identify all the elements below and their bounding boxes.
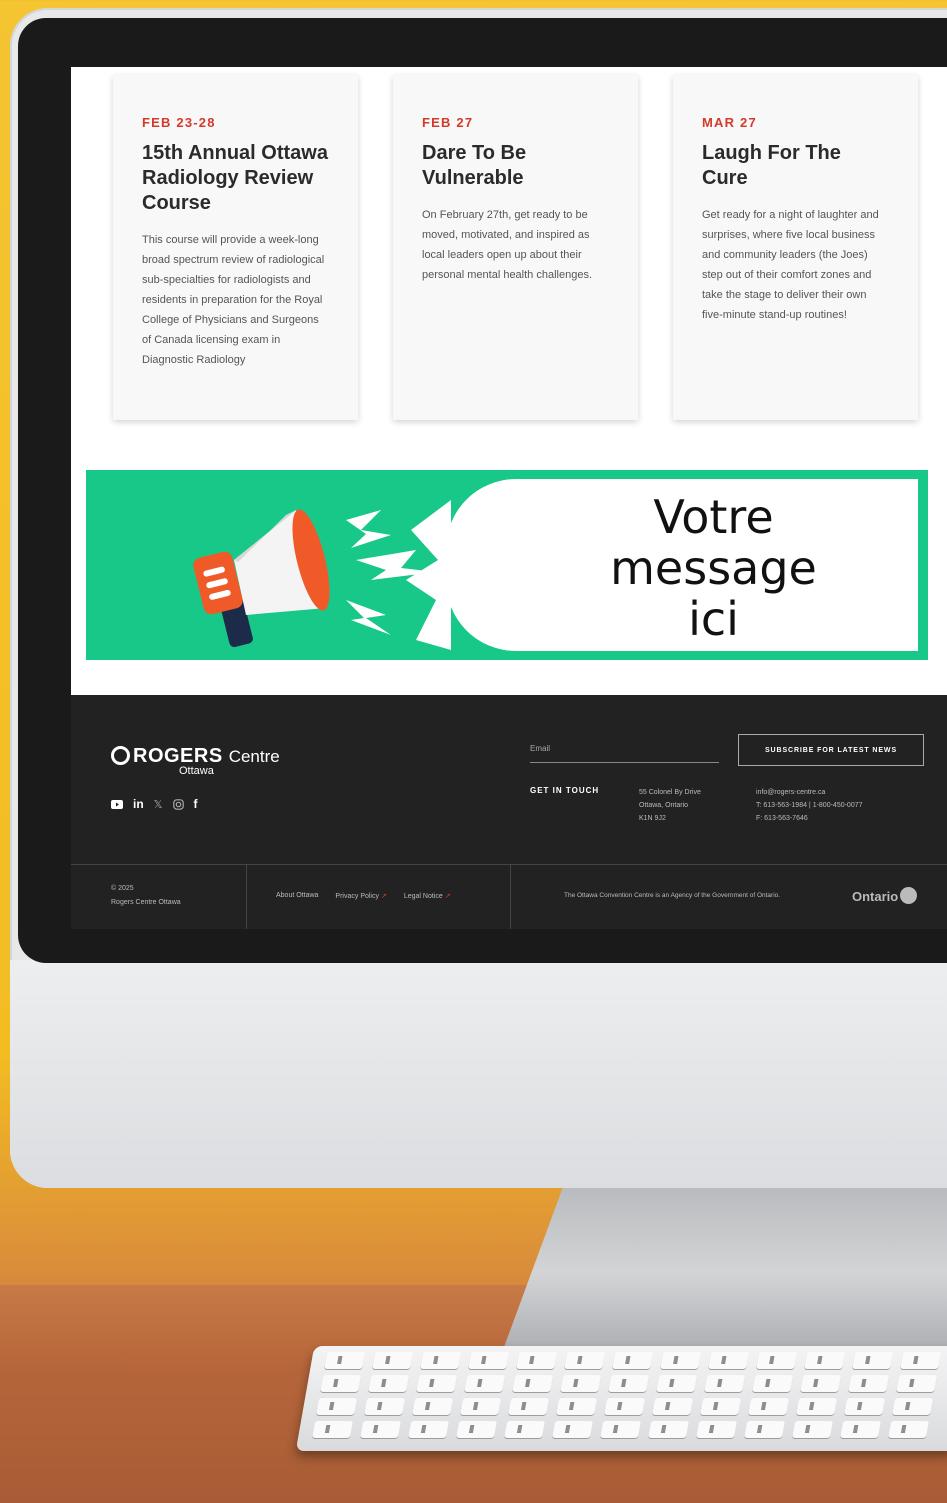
footer-separator <box>246 864 247 929</box>
copyright-name: Rogers Centre Ottawa <box>111 899 181 906</box>
subscribe-button[interactable]: SUBSCRIBE FOR LATEST NEWS <box>738 734 924 766</box>
banner-message: Votre message ici <box>591 492 836 645</box>
event-title[interactable]: 15th Annual Ottawa Radiology Review Cour… <box>142 141 330 216</box>
banner-line: message <box>610 541 817 595</box>
event-description: On February 27th, get ready to be moved,… <box>422 209 593 281</box>
logo-word: ROGERS <box>133 745 223 767</box>
event-title[interactable]: Dare To Be Vulnerable <box>422 141 610 191</box>
social-links: in 𝕏 f <box>111 797 198 811</box>
link-label: Privacy Policy <box>335 893 379 900</box>
event-title[interactable]: Laugh For The Cure <box>702 141 890 191</box>
footer-links: About Ottawa Privacy Policy ↗ Legal Noti… <box>276 892 451 900</box>
footer-separator <box>510 864 511 929</box>
youtube-icon[interactable] <box>111 799 123 809</box>
email-field-label: Email <box>530 744 551 753</box>
banner-line: Votre <box>653 490 774 544</box>
address-line: 55 Colonel By Drive <box>639 789 701 796</box>
copyright-year: © 2025 <box>111 885 134 892</box>
ontario-label: Ontario <box>852 889 899 904</box>
keyboard <box>295 1346 947 1451</box>
link-about-ottawa[interactable]: About Ottawa <box>276 892 318 900</box>
instagram-icon[interactable] <box>172 798 184 810</box>
contact-fax: F: 613-563-7646 <box>756 815 808 822</box>
logo-city: Ottawa <box>179 765 214 777</box>
ontario-trillium-icon <box>900 887 918 904</box>
event-card-radiology[interactable]: FEB 23-28 15th Annual Ottawa Radiology R… <box>113 75 358 420</box>
contact-phone[interactable]: T: 613-563-1984 | 1-800-450-0077 <box>756 799 863 812</box>
link-label: Legal Notice <box>403 893 443 900</box>
link-legal-notice[interactable]: Legal Notice ↗ <box>404 892 451 900</box>
event-description: Get ready for a night of laughter and su… <box>702 209 879 321</box>
contact-email[interactable]: info@rogers-centre.ca <box>756 786 863 799</box>
facebook-icon[interactable]: f <box>194 797 198 811</box>
external-arrow-icon: ↗ <box>444 893 451 900</box>
message-banner[interactable]: Votre message ici <box>86 470 928 660</box>
footer-divider <box>71 864 947 865</box>
address-block: 55 Colonel By Drive Ottawa, Ontario K1N … <box>639 786 701 825</box>
banner-line: ici <box>688 592 739 646</box>
event-card-vulnerable[interactable]: FEB 27 Dare To Be Vulnerable On February… <box>393 75 638 420</box>
get-in-touch-heading: GET IN TOUCH <box>530 786 600 795</box>
event-date: FEB 27 <box>422 115 474 130</box>
rogers-centre-logo[interactable]: ROGERS Centre Ottawa <box>111 745 280 777</box>
external-arrow-icon: ↗ <box>380 893 387 900</box>
event-date: MAR 27 <box>702 115 757 130</box>
link-privacy-policy[interactable]: Privacy Policy ↗ <box>335 892 386 900</box>
email-input[interactable] <box>530 762 719 763</box>
event-date: FEB 23-28 <box>142 115 216 130</box>
logo-ring-icon <box>111 746 130 765</box>
imac-stand <box>500 1188 947 1358</box>
linkedin-icon[interactable]: in <box>133 797 144 811</box>
site-footer: ROGERS Centre Ottawa in 𝕏 f Email SUBSCRI… <box>71 695 947 929</box>
copyright: © 2025 Rogers Centre Ottawa <box>111 882 181 910</box>
agency-text: The Ottawa Convention Centre is an Agenc… <box>564 892 781 899</box>
address-line: Ottawa, Ontario <box>639 802 689 809</box>
address-line: K1N 9J2 <box>639 815 666 822</box>
ontario-logo[interactable]: Ontario <box>852 887 918 904</box>
website-screen: FEB 23-28 15th Annual Ottawa Radiology R… <box>71 67 947 929</box>
imac-chin <box>10 960 947 1188</box>
event-card-laugh[interactable]: MAR 27 Laugh For The Cure Get ready for … <box>673 75 918 420</box>
logo-centre: Centre <box>228 747 280 766</box>
megaphone-icon <box>193 500 451 650</box>
x-icon[interactable]: 𝕏 <box>154 798 163 811</box>
contact-block: info@rogers-centre.ca T: 613-563-1984 | … <box>756 786 863 825</box>
event-description: This course will provide a week-long bro… <box>142 234 325 366</box>
